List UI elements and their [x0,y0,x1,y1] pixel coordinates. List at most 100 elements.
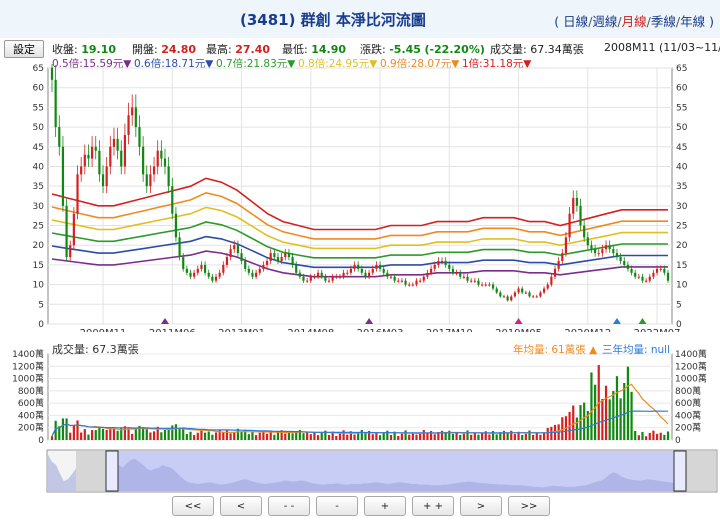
candle-body [357,264,360,269]
volume-bar [94,430,97,440]
candle-body [211,276,214,281]
period-year[interactable]: 年線 [680,14,705,29]
volume-bar [105,429,108,440]
volume-bar [306,432,309,440]
candle-body [152,166,156,175]
volume-bar [152,431,156,440]
volume-bar [426,433,429,440]
volume-bar [477,434,480,440]
x-tick-label: 2016M03 [357,328,404,332]
candle-body [309,276,312,281]
nav-zoom-in-more-button[interactable]: + + [412,496,454,516]
candle-body [258,268,261,273]
candle-body [171,186,174,214]
nav-last-button[interactable]: >> [508,496,550,516]
candle-body [459,272,462,277]
candle-body [488,284,491,286]
candle-body [76,174,79,214]
candle-body [69,245,72,258]
candle-body [532,296,535,298]
volume-bar [433,434,436,440]
candle-body [203,264,207,273]
volume-bar [619,398,622,440]
nav-prev-button[interactable]: < [220,496,262,516]
y-tick-label-right: 50 [676,123,688,133]
candle-body [142,146,145,175]
volume-bar [419,433,422,440]
volume-bar [80,432,83,440]
volume-bar [327,434,331,440]
candle-body [419,280,422,282]
nav-zoom-out-button[interactable]: - [316,496,358,516]
volume-bar [174,424,178,440]
volume-y-tick-left: 800萬 [18,385,44,397]
candle-body [193,272,196,277]
period-month[interactable]: 月線 [622,14,647,29]
y-tick-label-right: 40 [676,162,688,172]
candle-body [214,276,218,281]
volume-y-tick-right: 200萬 [675,422,701,434]
volume-bar [408,434,411,440]
candle-body [608,245,611,250]
candle-body [189,272,192,277]
paren-close: ) [709,14,714,29]
candle-body [619,257,622,261]
candle-body [411,284,414,286]
candle-body [251,272,254,277]
close-info: 收盤: 19.10 [52,43,117,56]
volume-bar [76,420,79,440]
nav-first-button[interactable]: << [172,496,214,516]
y-tick-label-left: 40 [33,162,45,172]
y-tick-label-right: 10 [676,281,688,291]
candle-body [586,237,589,246]
nav-next-button[interactable]: > [460,496,502,516]
y-tick-label-left: 45 [33,143,44,153]
volume-bar [65,418,68,440]
x-tick-label: 2017M10 [426,328,473,332]
candle-body [477,280,480,285]
volume-bar [251,431,254,440]
candle-body [368,272,371,277]
period-day[interactable]: 日線 [563,14,588,29]
period-quarter[interactable]: 季線 [651,14,676,29]
candle-body [575,197,578,206]
title-bar: (3481) 群創 本淨比河流圖 ( 日線/週線/月線/季線/年線 ) [0,0,720,38]
volume-bar [389,435,393,440]
volume-bar [462,433,465,440]
volume-y-tick-right: 600萬 [675,397,701,409]
volume-bar [645,436,648,440]
volume-bar [265,433,269,440]
volume-y-tick-left: 600萬 [18,397,44,409]
volume-bar [335,435,338,440]
candle-body [397,280,400,282]
candle-body [542,288,546,293]
volume-bar [524,433,527,440]
candle-body [440,260,444,262]
candle-body [433,264,436,269]
candle-body [444,260,447,265]
volume-chart: 0 0200萬 200萬400萬 400萬600萬 600萬800萬 800萬1000萬 1… [12,344,707,446]
nav-zoom-in-button[interactable]: + [364,496,406,516]
settings-button[interactable]: 設定 [4,40,44,58]
volume-info: 成交量: 67.34萬張 [490,43,584,56]
paren-open: ( [554,14,560,29]
y-tick-label-left: 20 [33,241,45,251]
volume-bar [528,430,531,440]
period-week[interactable]: 週線 [592,14,617,29]
volume-bar [196,432,199,440]
volume-bar [258,432,261,440]
range-navigator[interactable] [0,448,720,494]
nav-zoom-out-more-button[interactable]: - - [268,496,310,516]
volume-bar [313,432,316,440]
candle-body [65,205,68,258]
candle-body [364,272,367,277]
candle-body [222,264,225,273]
candle-body [138,127,141,147]
three-year-avg-label: 三年均量: null [602,344,670,356]
volume-bar [247,434,250,440]
volume-bar [590,372,593,440]
candle-body [415,280,418,285]
candle-body [276,257,280,261]
candle-body [262,264,265,269]
volume-bar [513,434,517,440]
